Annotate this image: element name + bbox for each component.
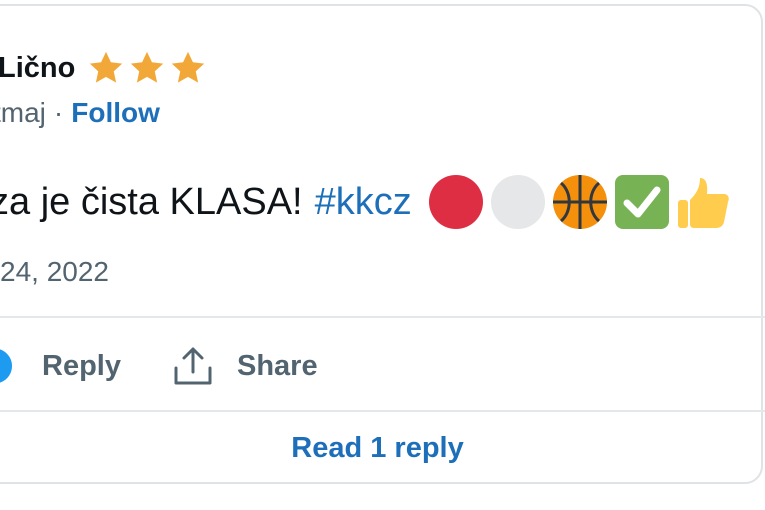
author-name[interactable]: Lično: [0, 52, 75, 85]
tweet-text-row: za je čista KLASA! #kkcz: [0, 172, 732, 232]
star-icon: [172, 51, 205, 83]
follow-button[interactable]: Follow: [71, 97, 160, 129]
tweet-embed-page: Lično tmaj · Follow za je čista KLASA! #…: [0, 0, 765, 510]
divider-bottom: [0, 410, 765, 412]
white-circle-icon: [490, 175, 545, 229]
red-circle-icon: [428, 175, 483, 229]
emoji-group: [428, 174, 732, 230]
hashtag-link[interactable]: #kkcz: [315, 181, 412, 224]
reply-icon[interactable]: [0, 346, 14, 386]
share-button[interactable]: Share: [237, 350, 318, 383]
tweet-date[interactable]: 24, 2022: [0, 256, 109, 288]
share-icon[interactable]: [171, 344, 215, 388]
author-handle[interactable]: tmaj: [0, 97, 46, 129]
basketball-icon: [552, 175, 607, 229]
thumbs-up-icon: [677, 178, 729, 228]
separator-dot: ·: [53, 97, 64, 128]
handle-row: tmaj · Follow: [0, 92, 160, 134]
star-icon: [90, 51, 123, 83]
read-replies-label: Read 1 reply: [291, 431, 464, 464]
star-icon: [131, 51, 164, 83]
reply-button[interactable]: Reply: [42, 350, 121, 383]
author-stars: [87, 49, 207, 87]
action-bar: Reply Share: [0, 330, 318, 402]
date-row: 24, 2022: [0, 252, 109, 292]
tweet-text: za je čista KLASA!: [0, 180, 303, 223]
check-mark-button-icon: [614, 175, 669, 229]
author-row: Lično: [0, 44, 207, 92]
divider-top: [0, 316, 765, 318]
read-replies-button[interactable]: Read 1 reply: [0, 420, 765, 476]
